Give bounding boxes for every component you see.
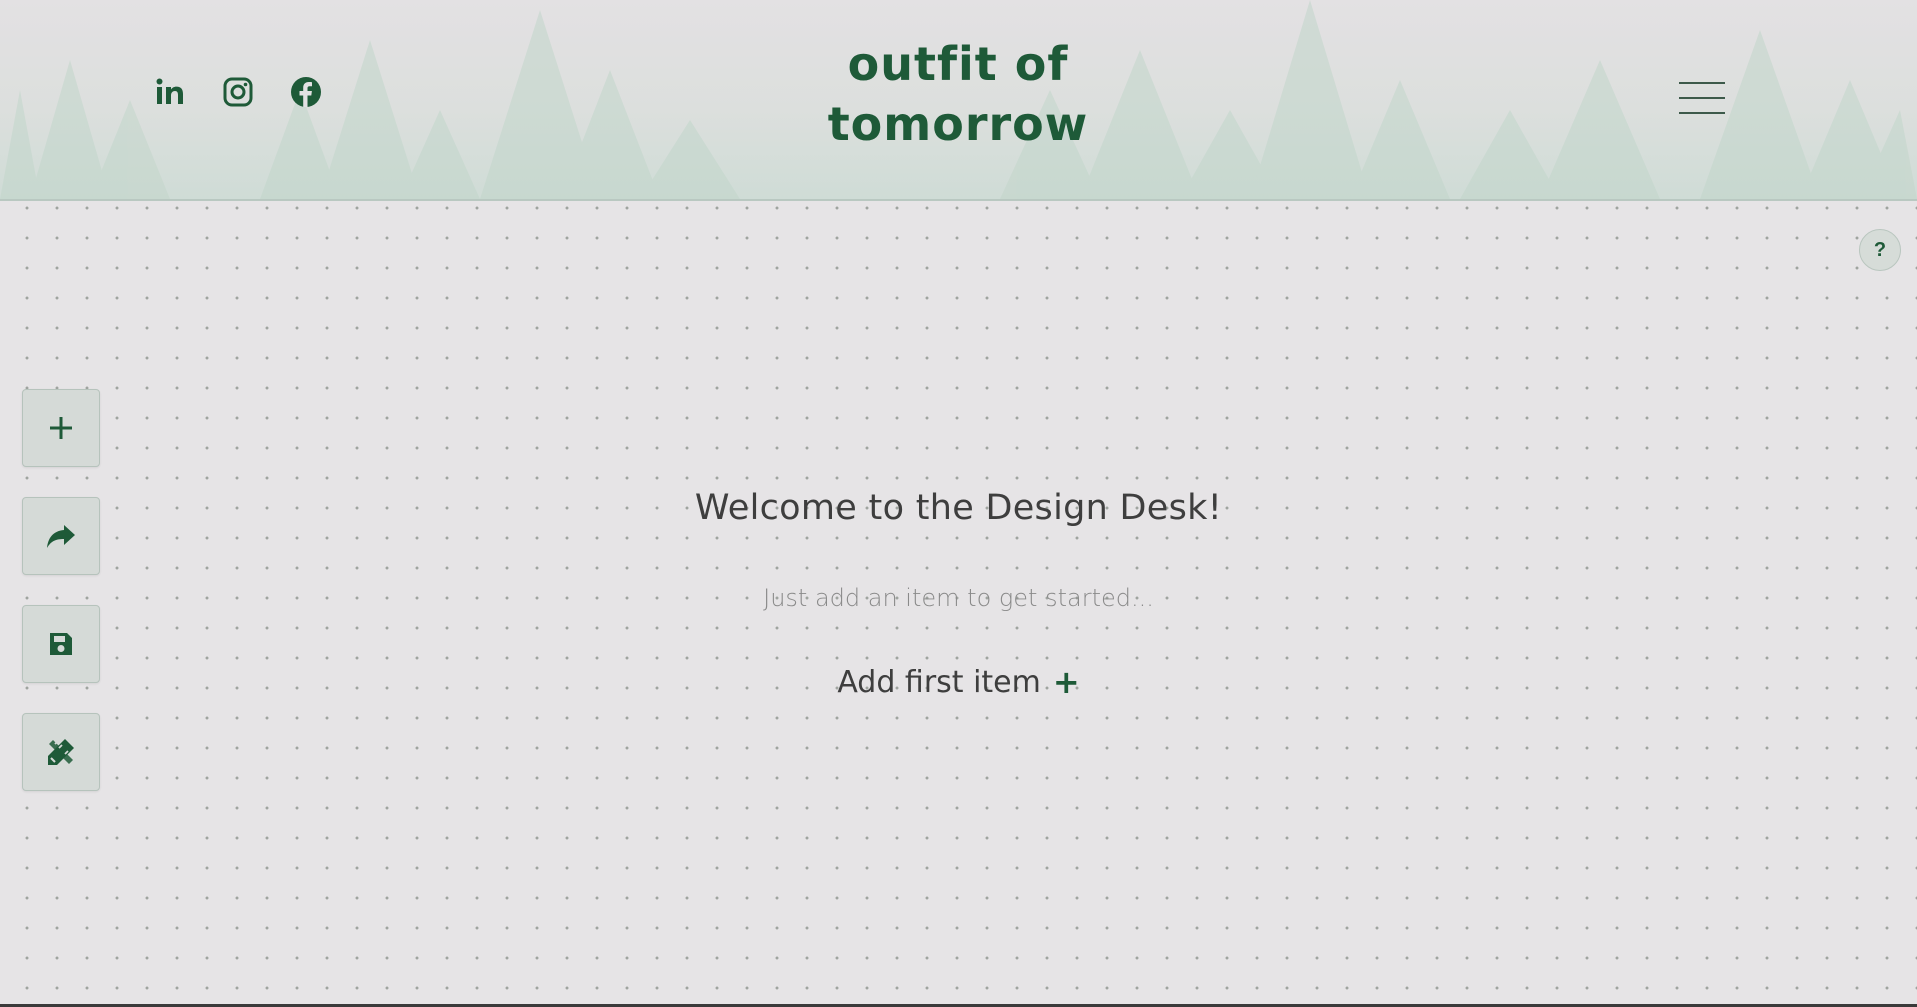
brand-logo[interactable]: outfit of tomorrow: [818, 34, 1098, 154]
site-header: outfit of tomorrow: [0, 0, 1917, 201]
add-item-button[interactable]: [22, 389, 100, 467]
add-first-item-label: Add first item: [837, 664, 1041, 700]
welcome-subtitle: Just add an item to get started...: [763, 584, 1154, 612]
plus-icon: [50, 417, 72, 439]
save-icon: [50, 633, 72, 655]
logo-line1: outfit of: [847, 37, 1069, 91]
design-tools-icon: [48, 739, 74, 765]
add-first-item-button[interactable]: Add first item +: [837, 663, 1079, 701]
help-label: ?: [1873, 238, 1887, 261]
logo-line2: tomorrow: [827, 97, 1089, 151]
design-desk-page: outfit of tomorrow ? Welcome to the Desi…: [0, 0, 1917, 1007]
social-links: [154, 76, 322, 108]
help-button[interactable]: ?: [1859, 229, 1901, 271]
welcome-title: Welcome to the Design Desk!: [694, 488, 1223, 528]
hamburger-menu-icon[interactable]: [1679, 80, 1727, 116]
design-tools-button[interactable]: [22, 713, 100, 791]
add-first-item-row: Add first item +: [0, 663, 1917, 701]
plus-icon: +: [1052, 663, 1080, 701]
facebook-icon[interactable]: [290, 76, 322, 108]
linkedin-icon[interactable]: [154, 76, 186, 108]
instagram-icon[interactable]: [222, 76, 254, 108]
